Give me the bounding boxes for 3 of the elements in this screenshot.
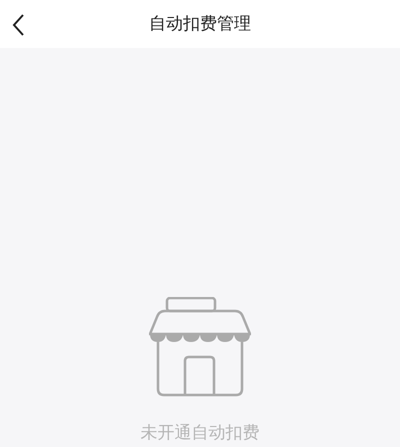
store-icon [149,297,251,397]
page-title: 自动扣费管理 [149,16,251,32]
empty-message: 未开通自动扣费 [140,424,260,443]
